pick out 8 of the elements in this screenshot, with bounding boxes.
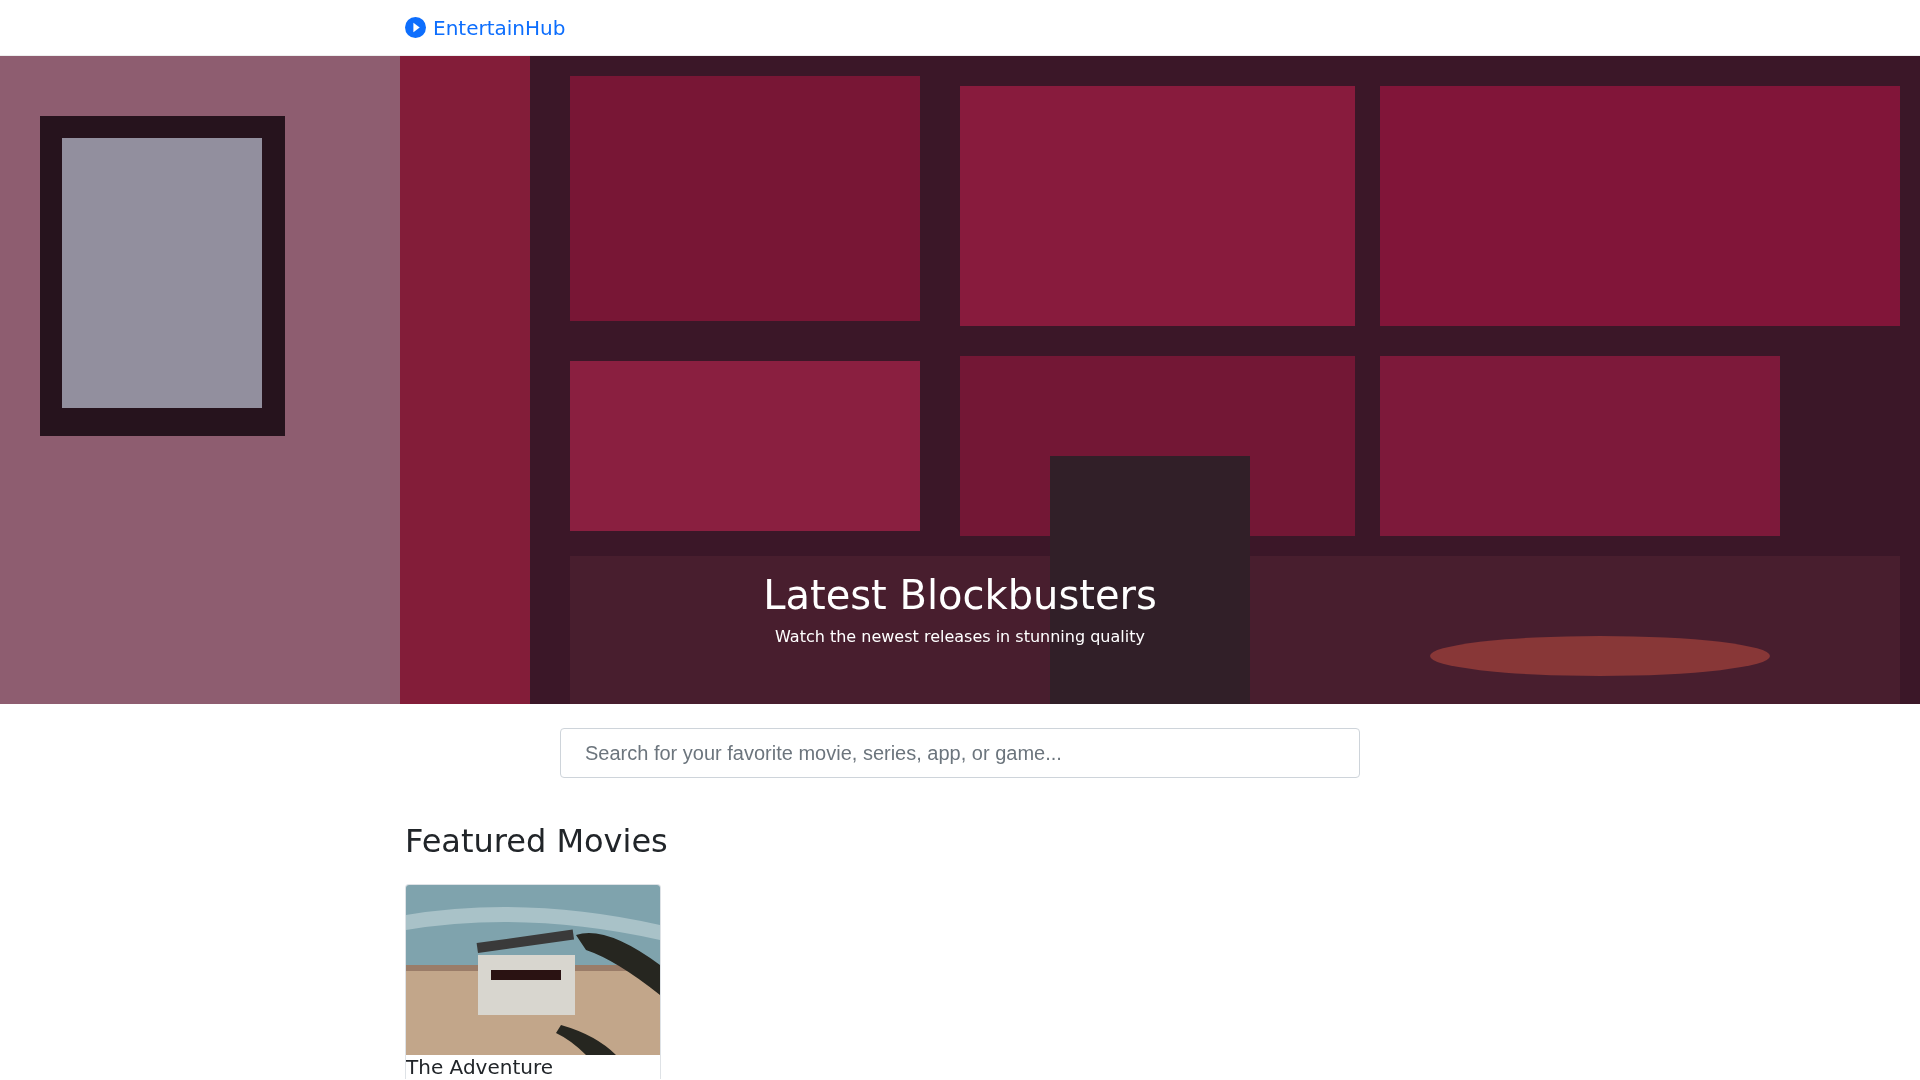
hero-subtitle: Watch the newest releases in stunning quality bbox=[775, 627, 1145, 646]
section-heading: Featured Movies bbox=[405, 822, 669, 861]
brand-link[interactable]: EntertainHub bbox=[405, 15, 566, 40]
movie-card[interactable]: The Adventure bbox=[405, 884, 661, 1080]
search-field[interactable]: Search for your favorite movie, series, app, or game... bbox=[560, 728, 1360, 778]
hero-title: Latest Blockbusters bbox=[763, 571, 1157, 619]
play-icon bbox=[405, 17, 426, 38]
movie-title: The Adventure bbox=[406, 1055, 554, 1080]
